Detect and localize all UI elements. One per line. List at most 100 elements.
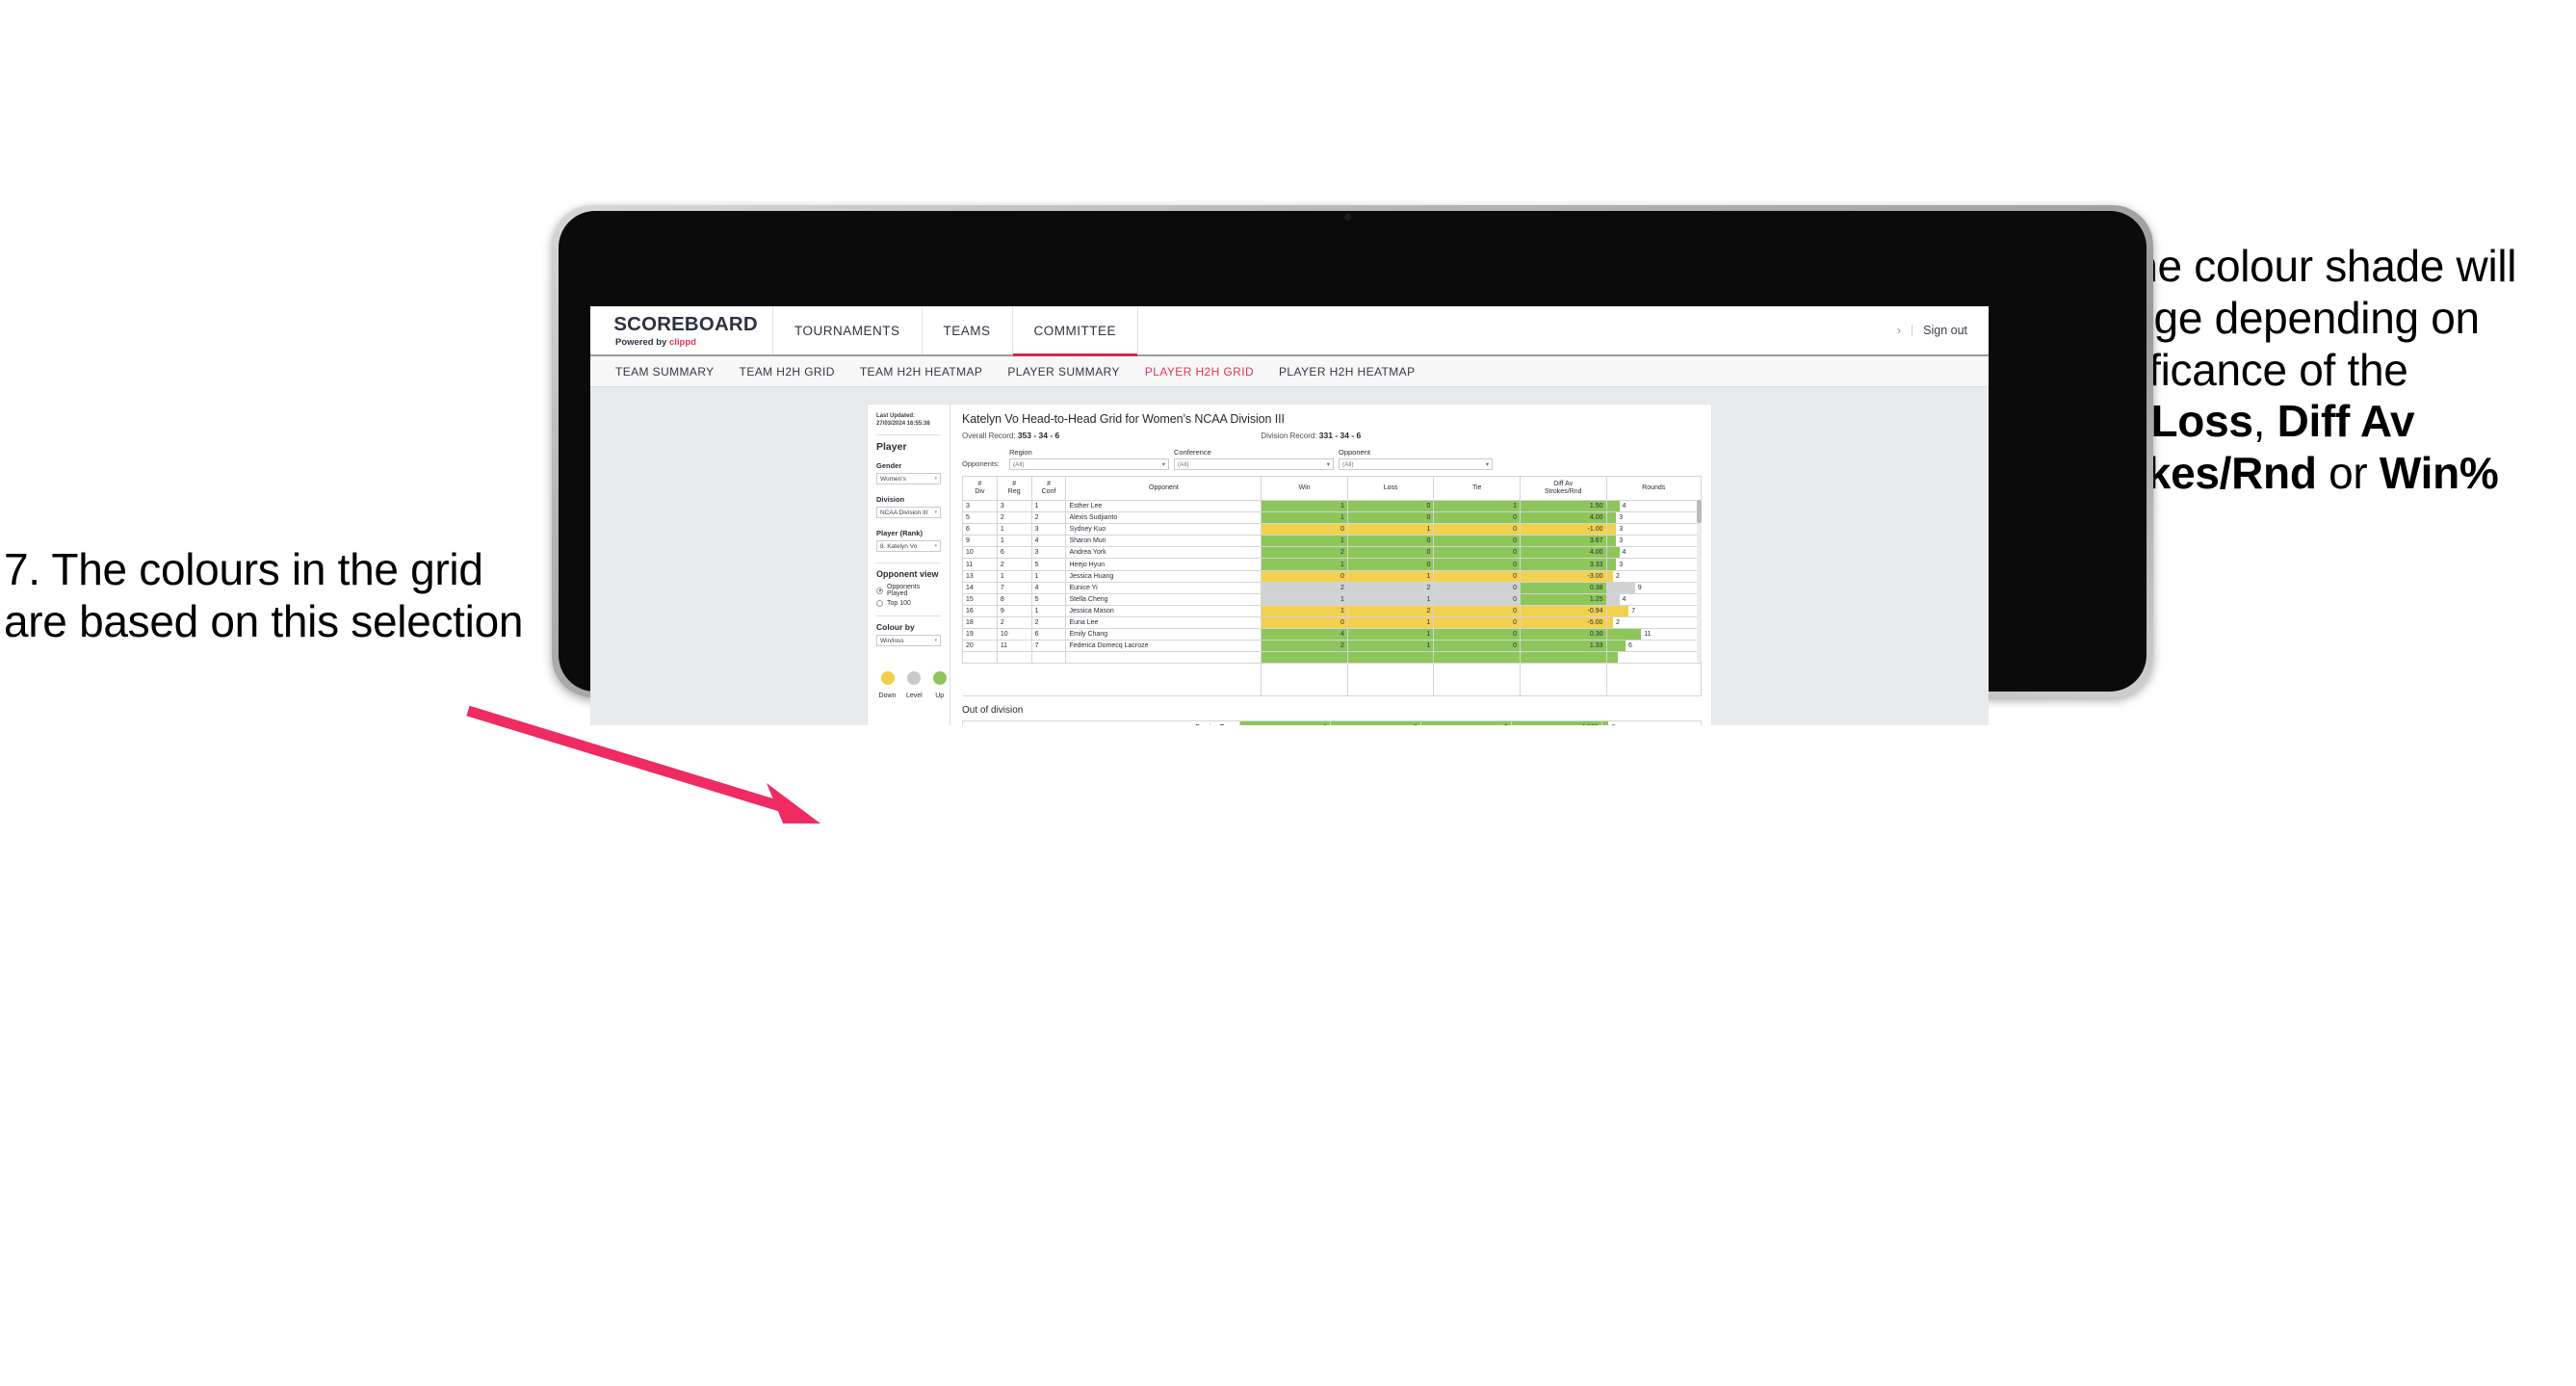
opponent-select[interactable]: (All) ▾ <box>1339 458 1493 470</box>
region-select[interactable]: (All) ▾ <box>1009 458 1169 470</box>
col-conf[interactable]: # Conf <box>1030 476 1067 501</box>
col-diff-l2: Strokes/Rnd <box>1544 488 1582 495</box>
table-row[interactable]: 5 2 2 Alexis Sudjianto 1 0 0 4.00 3 <box>962 511 1702 525</box>
overall-record-label: Overall Record: <box>962 431 1016 440</box>
player-rank-select[interactable]: 8. Katelyn Vo ▾ <box>876 540 941 553</box>
table-row[interactable]: 20 11 7 Federica Domecq Lacroze 2 1 0 1.33 6 <box>962 640 1702 653</box>
table-row[interactable]: 11 2 5 Heejo Hyun 1 0 0 3.33 3 <box>962 558 1702 571</box>
cell-reg: 9 <box>996 604 1032 617</box>
legend-dot-down <box>880 671 895 686</box>
cell-conf: 3 <box>1030 523 1067 536</box>
cell-opponent: Jessica Mason <box>1065 604 1262 617</box>
cell-rounds: 11 <box>1605 628 1702 641</box>
table-row[interactable]: 19 10 6 Emily Chang 4 1 0 0.30 11 <box>962 628 1702 641</box>
cell-rounds: 2 <box>1605 615 1702 630</box>
sub-nav-item-team-summary[interactable]: TEAM SUMMARY <box>615 365 740 379</box>
filter-conference: Conference (All) ▾ <box>1174 448 1334 470</box>
cell-opponent: Andrea York <box>1065 546 1262 560</box>
grid-scrollbar-thumb[interactable] <box>1697 500 1702 523</box>
cell-partial <box>1433 651 1521 665</box>
sidebar-divider-1 <box>876 434 941 436</box>
radio-top-100[interactable]: Top 100 <box>876 600 941 608</box>
col-div[interactable]: # Div <box>962 476 998 501</box>
rounds-value: 4 <box>1622 503 1626 510</box>
radio-opponents-played[interactable]: Opponents Played <box>876 584 941 597</box>
cell-win: 0 <box>1261 523 1348 536</box>
viz-main: Last Updated: 27/03/2024 16:55:38 Player… <box>868 405 1711 725</box>
division-select[interactable]: NCAA Division III ▾ <box>876 507 941 519</box>
cell-partial <box>996 651 1032 665</box>
field-player-rank: Player (Rank) 8. Katelyn Vo ▾ <box>876 529 941 553</box>
cell-diff: -3.00 <box>1519 569 1607 583</box>
gender-select[interactable]: Women’s ▾ <box>876 473 941 485</box>
cell-opponent: Euna Lee <box>1065 615 1262 630</box>
cell-tie: 0 <box>1433 628 1521 641</box>
table-row[interactable]: 10 6 3 Andrea York 2 0 0 4.00 4 <box>962 546 1702 560</box>
rounds-bar <box>1606 512 1617 523</box>
cell-loss: 0 <box>1346 499 1435 513</box>
cell-diff: 1.25 <box>1519 592 1607 606</box>
col-win[interactable]: Win <box>1261 476 1348 501</box>
table-row[interactable]: 16 9 1 Jessica Mason 1 2 0 -0.94 7 <box>962 604 1702 617</box>
top-nav-item-tournaments[interactable]: TOURNAMENTS <box>773 306 923 354</box>
page-title: Katelyn Vo Head-to-Head Grid for Women’s… <box>962 412 1285 426</box>
top-nav-item-teams[interactable]: TEAMS <box>923 306 1013 354</box>
col-conf-l1: # <box>1047 480 1051 487</box>
cell-opponent: Sharon Mun <box>1065 535 1262 548</box>
rounds-bar <box>1606 501 1620 511</box>
table-row[interactable]: 3 3 1 Esther Lee 1 0 1 1.50 4 <box>962 499 1702 513</box>
table-row[interactable]: 13 1 1 Jessica Huang 0 1 0 -3.00 2 <box>962 569 1702 583</box>
col-opponent[interactable]: Opponent <box>1065 476 1262 501</box>
table-row[interactable]: 6 1 3 Sydney Kuo 0 1 0 -1.00 3 <box>962 523 1702 536</box>
division-record-label: Division Record: <box>1261 431 1317 440</box>
col-loss[interactable]: Loss <box>1346 476 1435 501</box>
col-rounds[interactable]: Rounds <box>1605 476 1702 501</box>
cell-diff: 0.30 <box>1519 628 1607 641</box>
h2h-grid-wrap: # Div # Reg # Conf Opponent Win Loss Tie Di… <box>962 476 1702 697</box>
table-row[interactable]: 18 2 2 Euna Lee 0 1 0 -5.00 2 <box>962 615 1702 630</box>
cell-reg: 10 <box>996 628 1032 641</box>
sub-nav-item-player-summary[interactable]: PLAYER SUMMARY <box>1007 365 1145 379</box>
cell-rounds: 3 <box>1605 558 1702 571</box>
out-of-division-body: Foreign Team1004.5002NAIA Division 11500… <box>961 720 1703 725</box>
cell-tie: 0 <box>1433 615 1521 630</box>
legend-dot-up <box>932 671 947 686</box>
cell-reg: 8 <box>996 592 1032 606</box>
rounds-bar <box>1606 524 1617 535</box>
colour-by-select[interactable]: Win/loss ▾ <box>876 635 941 647</box>
col-tie[interactable]: Tie <box>1433 476 1521 501</box>
brand-logo[interactable]: SCOREBOARD Powered by clippd <box>590 306 773 354</box>
table-row[interactable]: 14 7 4 Eunice Yi 2 2 0 0.38 9 <box>962 581 1702 594</box>
conference-select[interactable]: (All) ▾ <box>1174 458 1334 470</box>
colour-by-value: Win/loss <box>880 637 904 644</box>
col-reg[interactable]: # Reg <box>996 476 1032 501</box>
radio-icon-selected <box>876 587 883 594</box>
sign-out-link[interactable]: Sign out <box>1923 324 1967 337</box>
rounds-value: 3 <box>1619 537 1624 545</box>
col-reg-l2: Reg <box>1007 488 1021 495</box>
cell-empty <box>1261 663 1348 697</box>
sub-nav-item-team-h2h-heatmap[interactable]: TEAM H2H HEATMAP <box>860 365 1008 379</box>
chevron-right-icon[interactable]: › <box>1897 324 1901 337</box>
division-record: Division Record: 331 - 34 - 6 <box>1261 431 1361 440</box>
table-row[interactable]: Foreign Team1004.5002 <box>961 720 1703 725</box>
sub-nav-item-team-h2h-grid[interactable]: TEAM H2H GRID <box>740 365 860 379</box>
annotation-8-part-4: or <box>2316 448 2380 499</box>
cell-empty <box>1346 663 1435 697</box>
table-row[interactable]: 9 1 4 Sharon Mun 1 0 0 3.67 3 <box>962 535 1702 548</box>
cell-tie: 0 <box>1433 592 1521 606</box>
top-nav-item-committee[interactable]: COMMITTEE <box>1012 306 1139 356</box>
sub-nav-item-player-h2h-heatmap[interactable]: PLAYER H2H HEATMAP <box>1279 365 1440 379</box>
colour-legend: Down Level Up <box>876 671 947 699</box>
col-diff-av-strokes[interactable]: Diff Av Strokes/Rnd <box>1519 476 1607 501</box>
table-row[interactable]: 15 8 5 Stella Cheng 1 1 0 1.25 4 <box>962 592 1702 606</box>
cell-win: 1 <box>1261 592 1348 606</box>
brand-sub-prefix: Powered by <box>615 336 669 348</box>
cell-win: 2 <box>1261 546 1348 560</box>
cell-diff: -5.00 <box>1519 615 1607 630</box>
table-row-partial <box>962 651 1702 665</box>
sub-nav-item-player-h2h-grid[interactable]: PLAYER H2H GRID <box>1145 365 1279 379</box>
out-of-division-table: Foreign Team1004.5002NAIA Division 11500… <box>961 720 1703 725</box>
grid-scroll-track[interactable] <box>1697 500 1702 663</box>
h2h-grid-head: # Div # Reg # Conf Opponent Win Loss Tie Di… <box>962 476 1702 501</box>
